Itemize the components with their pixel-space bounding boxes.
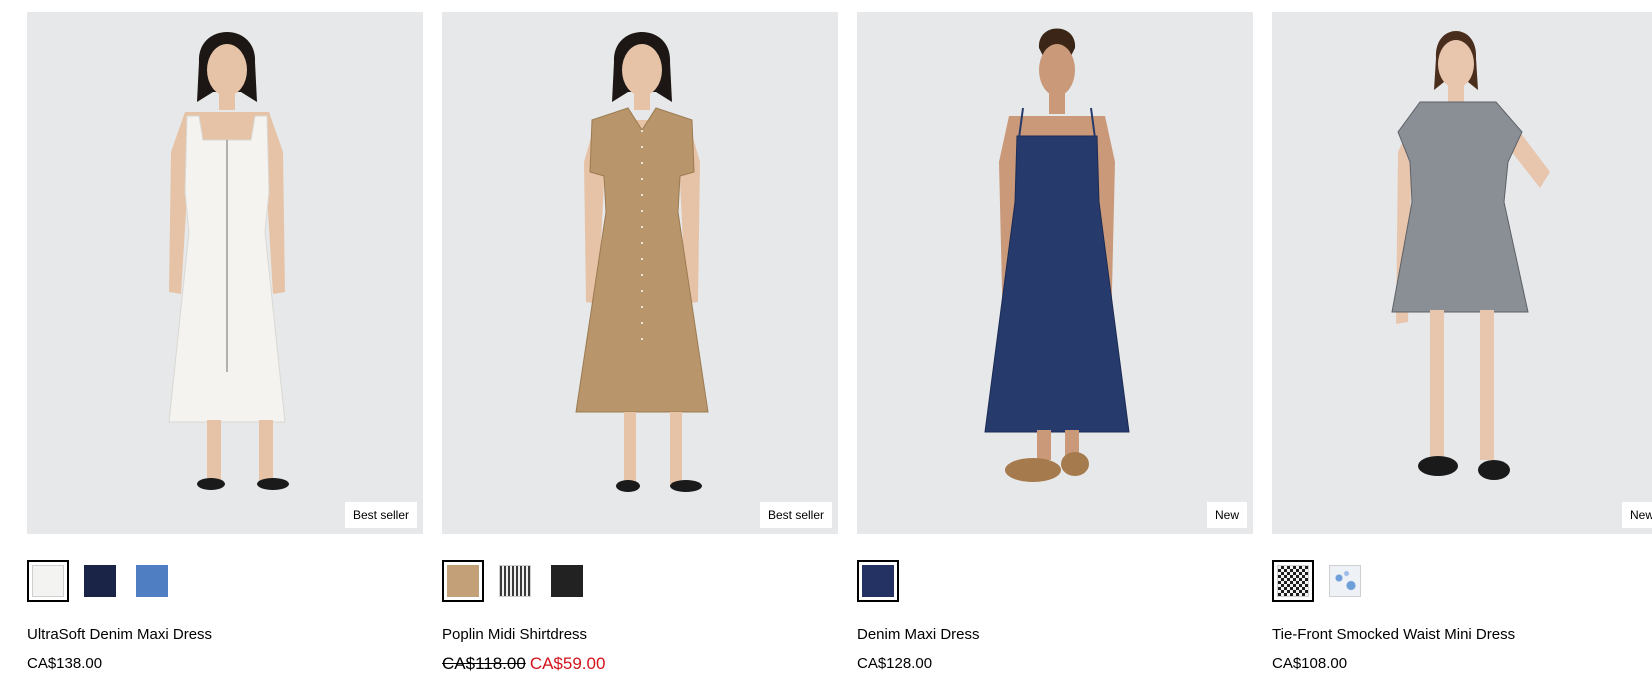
price-sale: CA$59.00 — [529, 654, 606, 673]
product-card[interactable]: Best seller Poplin Midi Shirtdress CA$11… — [442, 12, 838, 674]
product-name[interactable]: Poplin Midi Shirtdress — [442, 626, 838, 644]
color-swatches — [27, 560, 423, 602]
product-grid: Best seller UltraSoft Denim Maxi Dress C… — [27, 12, 1652, 674]
product-name[interactable]: Tie-Front Smocked Waist Mini Dress — [1272, 626, 1652, 644]
swatch-black[interactable] — [546, 560, 588, 602]
model-photo — [168, 32, 289, 490]
price-regular: CA$108.00 — [1272, 655, 1348, 672]
product-price: CA$108.00 — [1272, 655, 1652, 673]
swatch-stripe[interactable] — [494, 560, 536, 602]
product-image[interactable]: Best seller — [27, 12, 423, 534]
swatch-khaki[interactable] — [442, 560, 484, 602]
swatch-dark-denim[interactable] — [857, 560, 899, 602]
price-original: CA$118.00 — [442, 654, 526, 673]
product-price: CA$128.00 — [857, 655, 1253, 673]
product-name[interactable]: UltraSoft Denim Maxi Dress — [27, 626, 423, 644]
price-regular: CA$128.00 — [857, 655, 933, 672]
product-image[interactable]: Best seller — [442, 12, 838, 534]
product-card[interactable]: Best seller UltraSoft Denim Maxi Dress C… — [27, 12, 423, 674]
color-swatches — [1272, 560, 1652, 602]
swatch-white[interactable] — [27, 560, 69, 602]
color-swatches — [857, 560, 1253, 602]
model-photo — [575, 32, 709, 492]
swatch-navy[interactable] — [79, 560, 121, 602]
product-card[interactable]: New Tie-Front Smocked Waist Mini Dress C… — [1272, 12, 1652, 674]
model-photo — [984, 28, 1130, 482]
color-swatches — [442, 560, 838, 602]
product-name[interactable]: Denim Maxi Dress — [857, 626, 1253, 644]
product-card[interactable]: New Denim Maxi Dress CA$128.00 — [857, 12, 1253, 674]
product-badge: Best seller — [759, 502, 832, 528]
product-price: CA$118.00 CA$59.00 — [442, 655, 838, 674]
swatch-gingham[interactable] — [1272, 560, 1314, 602]
price-regular: CA$138.00 — [27, 655, 103, 672]
product-price: CA$138.00 — [27, 655, 423, 673]
swatch-floral[interactable] — [1324, 560, 1366, 602]
swatch-blue-denim[interactable] — [131, 560, 173, 602]
model-photo — [1391, 31, 1550, 480]
product-image[interactable]: New — [1272, 12, 1652, 534]
product-image[interactable]: New — [857, 12, 1253, 534]
product-badge: New — [1206, 502, 1247, 528]
product-badge: New — [1621, 502, 1652, 528]
product-badge: Best seller — [344, 502, 417, 528]
